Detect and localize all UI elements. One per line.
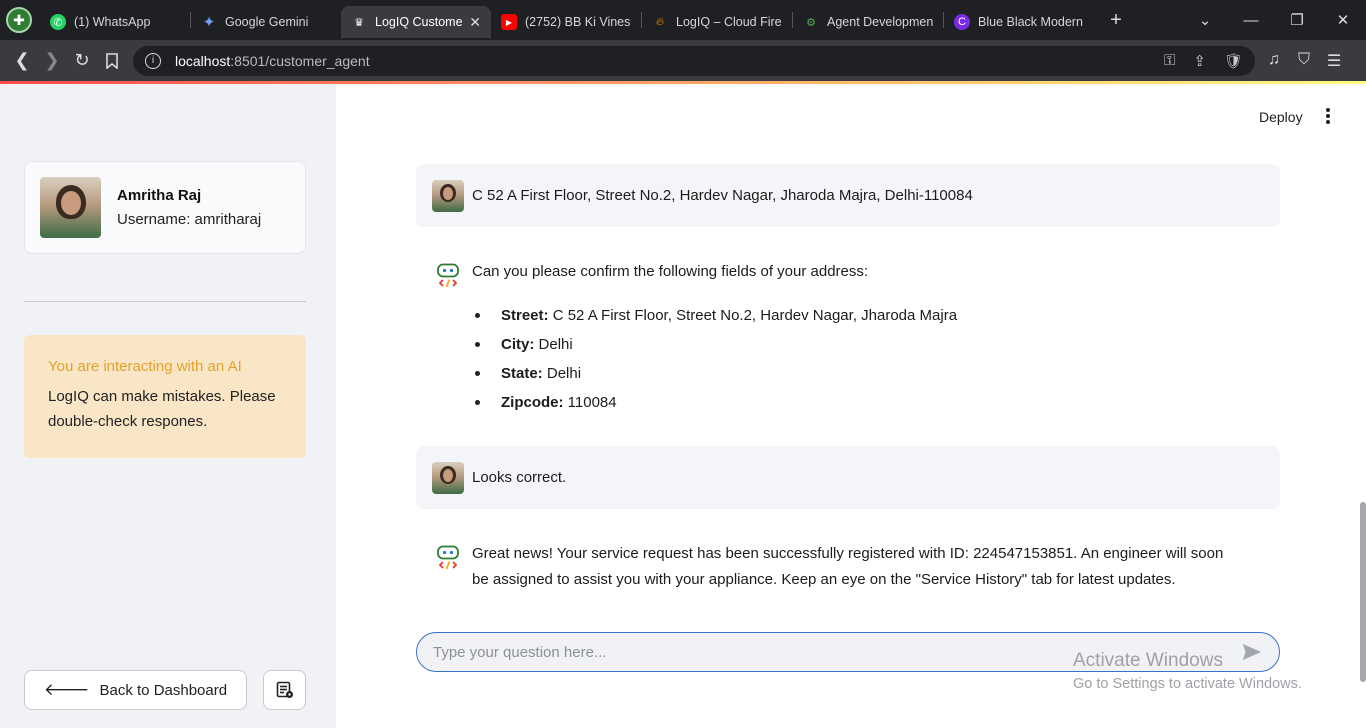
sidebar: Amritha Raj Username: amritharaj You are… xyxy=(0,84,336,728)
chat-message-user: C 52 A First Floor, Street No.2, Hardev … xyxy=(416,164,1280,227)
tab-canva[interactable]: C Blue Black Modern F xyxy=(944,6,1094,38)
user-username: Username: amritharaj xyxy=(117,211,262,228)
list-item: City: Delhi xyxy=(472,330,1240,359)
chat-message-assistant: Can you please confirm the following fie… xyxy=(416,244,1280,424)
back-button-label: Back to Dashboard xyxy=(99,681,228,699)
tab-title: LogIQ Customer xyxy=(375,15,464,29)
adk-icon: ⚙ xyxy=(806,16,816,29)
tab-firebase[interactable]: 🔥︎ LogIQ – Cloud Firest xyxy=(642,6,792,38)
user-name: Amritha Raj xyxy=(117,187,202,204)
bot-icon xyxy=(437,263,459,288)
reload-icon[interactable]: ↻ xyxy=(67,46,97,76)
tab-youtube[interactable]: ▶ (2752) BB Ki Vines- | xyxy=(491,6,641,38)
forward-icon[interactable]: ❯ xyxy=(37,46,67,76)
tab-title: Google Gemini xyxy=(225,15,309,29)
canva-icon: C xyxy=(954,14,970,30)
avatar xyxy=(40,177,101,238)
menu-icon[interactable]: ☰ xyxy=(1325,51,1343,71)
scrollbar-thumb[interactable] xyxy=(1360,502,1366,682)
browser-profile-icon[interactable]: ✚ xyxy=(6,7,32,33)
more-options-icon[interactable] xyxy=(1321,106,1335,126)
field-value: Delhi xyxy=(546,365,582,382)
url-path: :8501/customer_agent xyxy=(230,52,370,69)
close-tab-icon[interactable]: ✕ xyxy=(469,14,481,31)
address-fields-list: Street: C 52 A First Floor, Street No.2,… xyxy=(472,301,1240,417)
tab-title: Agent Development xyxy=(827,15,933,29)
user-profile-card: Amritha Raj Username: amritharaj xyxy=(24,161,306,254)
browser-address-bar: ❮ ❯ ↻ i localhost:8501/customer_agent ⚿ … xyxy=(0,40,1366,81)
back-to-dashboard-button[interactable]: 🡐 Back to Dashboard xyxy=(24,670,247,710)
chat-message-user: Looks correct. xyxy=(416,446,1280,509)
bot-icon xyxy=(437,545,459,570)
chat-message-assistant: Great news! Your service request has bee… xyxy=(416,526,1280,616)
youtube-icon: ▶ xyxy=(501,14,517,30)
history-list-button[interactable] xyxy=(263,670,306,710)
field-label: Street: xyxy=(501,307,549,324)
tab-logiq-customer[interactable]: ♛ LogIQ Customer ✕ xyxy=(341,6,491,38)
back-icon[interactable]: ❮ xyxy=(7,46,37,76)
user-avatar xyxy=(432,462,464,494)
user-avatar xyxy=(432,180,464,212)
field-value: 110084 xyxy=(567,394,617,411)
ai-notice-title: You are interacting with an AI xyxy=(48,358,242,375)
ai-warning-notice: You are interacting with an AI LogIQ can… xyxy=(24,335,306,458)
gemini-icon: ✦ xyxy=(202,14,216,31)
field-label: City: xyxy=(501,336,535,353)
ai-notice-text: LogIQ can make mistakes. Please double-c… xyxy=(48,388,276,430)
password-key-icon[interactable]: ⚿ xyxy=(1164,52,1175,70)
firebase-icon: 🔥︎ xyxy=(655,15,665,28)
tab-title: (2752) BB Ki Vines- | xyxy=(525,15,631,29)
whatsapp-icon: ✆ xyxy=(50,14,66,30)
field-label: State: xyxy=(501,365,543,382)
field-label: Zipcode: xyxy=(501,394,564,411)
windows-activation-watermark: Activate Windows Go to Settings to activ… xyxy=(1073,650,1302,692)
list-settings-icon xyxy=(276,681,293,698)
arrow-left-icon: 🡐 xyxy=(43,680,90,699)
message-body: Can you please confirm the following fie… xyxy=(472,259,1240,417)
watermark-subtitle: Go to Settings to activate Windows. xyxy=(1073,676,1302,692)
bookmark-icon[interactable] xyxy=(97,46,127,76)
new-tab-button[interactable]: + xyxy=(1102,6,1130,34)
tab-title: (1) WhatsApp xyxy=(74,15,151,29)
share-icon[interactable]: ⇪ xyxy=(1193,52,1206,70)
tab-gemini[interactable]: ✦ Google Gemini xyxy=(191,6,341,38)
browser-tab-bar: ✚ ✆ (1) WhatsApp ✦ Google Gemini ♛ LogIQ… xyxy=(0,0,1366,40)
url-host: localhost xyxy=(175,52,231,69)
site-info-icon[interactable]: i xyxy=(145,52,161,69)
tab-agent-development[interactable]: ⚙ Agent Development xyxy=(793,6,943,38)
restore-button[interactable]: ❐ xyxy=(1274,11,1320,29)
tab-search-icon[interactable]: ⌄ xyxy=(1182,11,1228,29)
media-icon[interactable]: ♫ xyxy=(1265,51,1283,71)
message-text: Looks correct. xyxy=(472,469,567,486)
field-value: C 52 A First Floor, Street No.2, Hardev … xyxy=(552,307,958,324)
sidebar-divider xyxy=(24,301,306,302)
list-item: Street: C 52 A First Floor, Street No.2,… xyxy=(472,301,1240,330)
list-item: State: Delhi xyxy=(472,359,1240,388)
field-value: Delhi xyxy=(538,336,573,353)
message-text: C 52 A First Floor, Street No.2, Hardev … xyxy=(472,187,973,204)
url-field[interactable]: i localhost:8501/customer_agent ⚿ ⇪ 🛡︎ xyxy=(133,45,1255,76)
window-controls: ⌄ — ❐ ✕ xyxy=(1182,11,1366,30)
tab-whatsapp[interactable]: ✆ (1) WhatsApp xyxy=(40,6,190,38)
list-item: Zipcode: 110084 xyxy=(472,388,1240,417)
watermark-title: Activate Windows xyxy=(1073,650,1223,671)
minimize-button[interactable]: — xyxy=(1228,12,1274,29)
message-text: Can you please confirm the following fie… xyxy=(472,263,869,280)
close-window-button[interactable]: ✕ xyxy=(1320,11,1366,29)
streamlit-crown-icon: ♛ xyxy=(354,16,364,29)
tab-title: LogIQ – Cloud Firest xyxy=(676,15,782,29)
brave-shield-icon[interactable]: 🛡︎ xyxy=(1224,52,1243,70)
message-text: Great news! Your service request has bee… xyxy=(472,545,1224,588)
main-content: Deploy C 52 A First Floor, Street No.2, … xyxy=(336,84,1366,728)
tab-title: Blue Black Modern F xyxy=(978,15,1084,29)
vpn-icon[interactable]: ⛉ xyxy=(1295,51,1313,71)
deploy-button[interactable]: Deploy xyxy=(1259,109,1303,125)
